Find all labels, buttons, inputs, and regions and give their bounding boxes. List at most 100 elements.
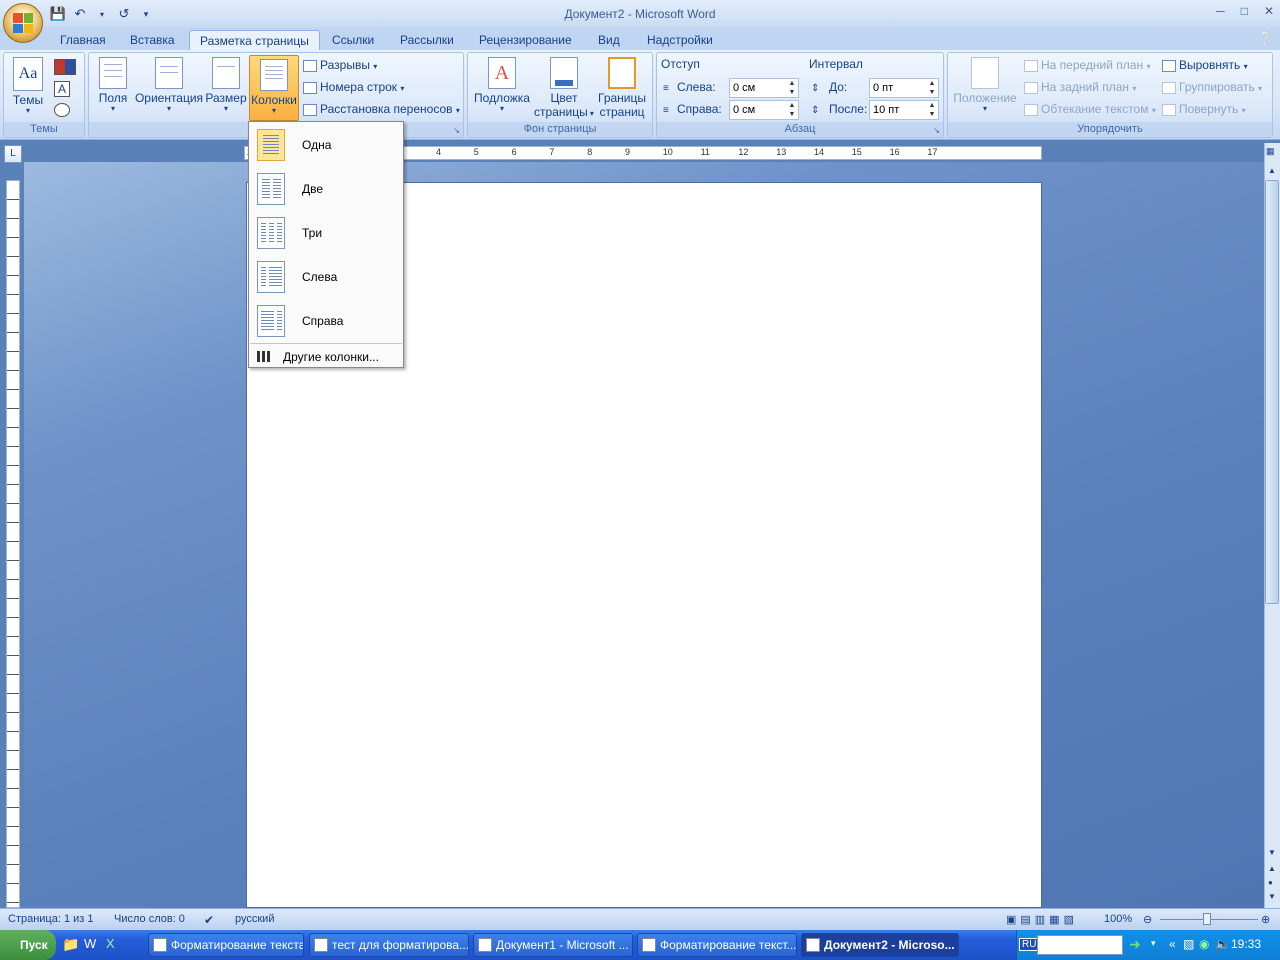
tab-mailings[interactable]: Рассылки: [390, 30, 464, 50]
chevron-down-icon: ▾: [400, 84, 405, 93]
orientation-button[interactable]: Ориентация ▾: [133, 57, 205, 113]
scroll-down-icon[interactable]: ▼: [1268, 848, 1276, 857]
scroll-up-icon[interactable]: ▲: [1268, 166, 1276, 175]
dialog-launcher-icon[interactable]: ↘: [453, 126, 460, 135]
theme-fonts-icon[interactable]: A: [54, 81, 70, 97]
indent-left-input[interactable]: 0 см ▲ ▼: [729, 78, 799, 98]
maximize-icon[interactable]: □: [1241, 4, 1248, 18]
network-icon[interactable]: ▧: [1183, 937, 1194, 951]
tab-addins[interactable]: Надстройки: [637, 30, 723, 50]
size-button[interactable]: Размер ▾: [205, 57, 247, 113]
clock: 19:33: [1231, 937, 1262, 951]
more-columns-item[interactable]: Другие колонки...: [251, 347, 401, 367]
columns-right-label: Справа: [302, 314, 344, 328]
zoom-level[interactable]: 100%: [1104, 913, 1132, 925]
columns-three-item[interactable]: Три: [251, 212, 401, 254]
bring-front-icon: [1024, 59, 1038, 72]
word-count[interactable]: Число слов: 0: [114, 913, 185, 925]
spinner-icon[interactable]: ▲ ▼: [926, 101, 938, 119]
page-color-label-2: страницы: [534, 105, 588, 119]
indent-right-icon: ≡: [663, 105, 669, 116]
theme-colors-icon[interactable]: [54, 59, 76, 75]
sound-icon[interactable]: 🔈: [1215, 937, 1230, 951]
align-button[interactable]: Выровнять ▾: [1162, 55, 1248, 75]
language-indicator[interactable]: русский: [235, 913, 274, 925]
columns-one-item[interactable]: Одна: [251, 124, 401, 166]
indent-left-label-row: ≡ Слева:: [663, 77, 716, 97]
tab-home[interactable]: Главная: [50, 30, 116, 50]
view-buttons[interactable]: ▣▤▥▦▧: [1006, 913, 1078, 926]
tab-insert[interactable]: Вставка: [120, 30, 185, 50]
page-color-button[interactable]: Цвет страницы ▾: [534, 57, 594, 119]
excel-icon[interactable]: X: [106, 936, 115, 951]
office-button[interactable]: [3, 3, 43, 43]
group-button[interactable]: Группировать ▾: [1162, 77, 1262, 97]
columns-button[interactable]: Колонки ▾: [249, 55, 299, 121]
watermark-button[interactable]: A Подложка ▾: [472, 57, 532, 113]
help-icon[interactable]: ❔: [1258, 31, 1274, 47]
left-column-icon: [257, 261, 285, 293]
taskbar-item[interactable]: тест для форматирова...: [309, 933, 469, 957]
next-page-icon[interactable]: ▼: [1268, 892, 1276, 901]
scroll-thumb[interactable]: [1265, 180, 1279, 604]
tab-review[interactable]: Рецензирование: [469, 30, 582, 50]
security-icon[interactable]: ◉: [1199, 937, 1209, 951]
spacing-title: Интервал: [809, 57, 863, 71]
ruler-number: 11: [700, 147, 710, 157]
browse-object-icon[interactable]: ●: [1268, 878, 1273, 887]
spacing-before-label-row: ⇕ До:: [811, 77, 847, 97]
page-borders-button[interactable]: Границы страниц: [596, 57, 648, 119]
go-arrow-icon[interactable]: ➜: [1129, 936, 1141, 953]
close-icon[interactable]: ✕: [1264, 4, 1274, 18]
proofing-icon[interactable]: ✔: [204, 913, 214, 927]
margins-button[interactable]: Поля ▾: [95, 57, 131, 113]
tab-references[interactable]: Ссылки: [322, 30, 384, 50]
dialog-launcher-icon[interactable]: ↘: [933, 126, 940, 135]
send-back-button[interactable]: На задний план ▾: [1024, 77, 1136, 97]
start-button[interactable]: Пуск: [0, 930, 56, 960]
group-icon: [1162, 81, 1176, 94]
taskbar-item[interactable]: Форматирование текста: [148, 933, 304, 957]
columns-two-item[interactable]: Две: [251, 168, 401, 210]
minimize-icon[interactable]: ─: [1216, 4, 1225, 18]
zoom-in-icon[interactable]: ⊕: [1261, 913, 1270, 926]
zoom-out-icon[interactable]: ⊖: [1143, 913, 1152, 926]
columns-right-item[interactable]: Справа: [251, 300, 401, 342]
taskbar-item-active[interactable]: Документ2 - Microso...: [801, 933, 959, 957]
word-icon[interactable]: W: [84, 936, 96, 951]
taskbar-item-label: Документ2 - Microso...: [824, 938, 955, 952]
text-wrap-button[interactable]: Обтекание текстом ▾: [1024, 99, 1156, 119]
spinner-icon[interactable]: ▲ ▼: [926, 79, 938, 97]
line-numbers-button[interactable]: Номера строк ▾: [303, 77, 404, 97]
chevron-down-icon[interactable]: ▾: [1151, 938, 1156, 949]
columns-left-item[interactable]: Слева: [251, 256, 401, 298]
page-background-group: A Подложка ▾ Цвет страницы ▾ Границы стр…: [467, 52, 653, 138]
prev-page-icon[interactable]: ▲: [1268, 864, 1276, 873]
taskbar-item[interactable]: Форматирование текст...: [637, 933, 797, 957]
page-count[interactable]: Страница: 1 из 1: [8, 913, 94, 925]
spinner-icon[interactable]: ▲ ▼: [786, 79, 798, 97]
tray-expand-icon[interactable]: «: [1169, 937, 1176, 951]
view-ruler-icon[interactable]: ▦: [1266, 146, 1275, 157]
zoom-slider-thumb[interactable]: [1203, 913, 1211, 925]
spinner-icon[interactable]: ▲ ▼: [786, 101, 798, 119]
position-button[interactable]: Положение ▾: [952, 57, 1018, 113]
spacing-after-input[interactable]: 10 пт ▲ ▼: [869, 100, 939, 120]
taskbar-item[interactable]: Документ1 - Microsoft ...: [473, 933, 633, 957]
themes-button[interactable]: Aa Темы ▾: [8, 57, 48, 115]
rotate-button[interactable]: Повернуть ▾: [1162, 99, 1246, 119]
search-field[interactable]: [1037, 935, 1123, 955]
tab-selector-button[interactable]: L: [4, 145, 22, 163]
page-borders-label-1: Границы: [598, 91, 646, 105]
indent-right-input[interactable]: 0 см ▲ ▼: [729, 100, 799, 120]
tab-view[interactable]: Вид: [588, 30, 630, 50]
page-borders-icon: [608, 57, 636, 89]
spacing-before-input[interactable]: 0 пт ▲ ▼: [869, 78, 939, 98]
hyphenation-button[interactable]: Расстановка переносов ▾: [303, 99, 460, 119]
folder-icon[interactable]: 📁: [62, 936, 79, 953]
vertical-ruler[interactable]: [6, 180, 20, 908]
theme-effects-icon[interactable]: [54, 103, 70, 117]
tab-page-layout[interactable]: Разметка страницы: [189, 30, 320, 50]
bring-front-button[interactable]: На передний план ▾: [1024, 55, 1150, 75]
breaks-button[interactable]: Разрывы ▾: [303, 55, 377, 75]
